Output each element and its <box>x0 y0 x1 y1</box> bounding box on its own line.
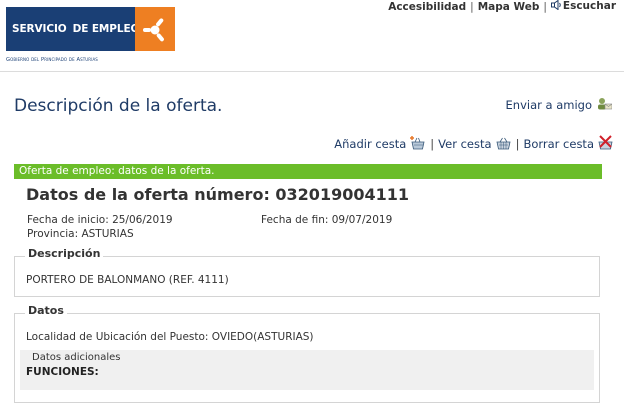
logo-text-block: SERVICIO DE EMPLEO <box>6 7 139 51</box>
additional-data-panel: Datos adicionales FUNCIONES: <box>20 350 594 390</box>
add-basket-label: Añadir cesta <box>334 137 407 151</box>
start-date: Fecha de inicio: 25/06/2019 <box>27 214 173 226</box>
offer-section-bar: Oferta de empleo: datos de la oferta. <box>14 164 602 179</box>
clear-basket-label: Borrar cesta <box>523 137 594 151</box>
description-legend: Descripción <box>25 247 104 260</box>
logo-subtitle: Gobierno del Principado de Asturias <box>6 57 98 63</box>
end-date: Fecha de fin: 09/07/2019 <box>261 214 393 226</box>
send-to-friend-label: Enviar a amigo <box>505 98 592 112</box>
clear-basket-link[interactable]: Borrar cesta <box>523 134 614 154</box>
view-basket-link[interactable]: Ver cesta <box>438 134 511 154</box>
listen-label: Escuchar <box>562 0 616 12</box>
data-legend: Datos <box>25 304 67 317</box>
add-basket-link[interactable]: Añadir cesta <box>334 134 426 154</box>
page-title: Descripción de la oferta. <box>14 96 223 116</box>
send-friend-icon <box>596 97 613 113</box>
view-basket-icon <box>495 134 512 154</box>
header-divider <box>0 71 624 72</box>
functions-label: FUNCIONES: <box>26 366 99 378</box>
top-links: Accesibilidad | Mapa Web | Escuchar <box>388 0 616 13</box>
description-text: PORTERO DE BALONMANO (REF. 4111) <box>26 274 229 286</box>
offer-number-heading: Datos de la oferta número: 032019004111 <box>26 185 409 204</box>
logo[interactable]: SERVICIO DE EMPLEO Gobierno del Principa… <box>6 7 175 63</box>
accessibility-link[interactable]: Accesibilidad <box>388 1 466 13</box>
location-text: Localidad de Ubicación del Puesto: OVIED… <box>26 331 314 343</box>
logo-symbol-icon <box>135 7 175 51</box>
speaker-icon <box>550 0 562 13</box>
clear-basket-icon <box>597 134 614 154</box>
send-to-friend-link[interactable]: Enviar a amigo <box>505 97 613 113</box>
logo-text-servicio: SERVICIO <box>12 23 67 35</box>
additional-data-label: Datos adicionales <box>32 352 121 363</box>
add-basket-icon <box>409 134 426 154</box>
view-basket-label: Ver cesta <box>438 137 492 151</box>
description-section: Descripción PORTERO DE BALONMANO (REF. 4… <box>14 247 600 297</box>
province: Provincia: ASTURIAS <box>27 228 134 240</box>
logo-text-empleo: DE EMPLEO <box>72 23 140 35</box>
sitemap-link[interactable]: Mapa Web <box>478 1 540 13</box>
basket-toolbar: Añadir cesta | Ver cesta | Borrar cesta <box>334 134 614 154</box>
listen-link[interactable]: Escuchar <box>550 0 616 13</box>
